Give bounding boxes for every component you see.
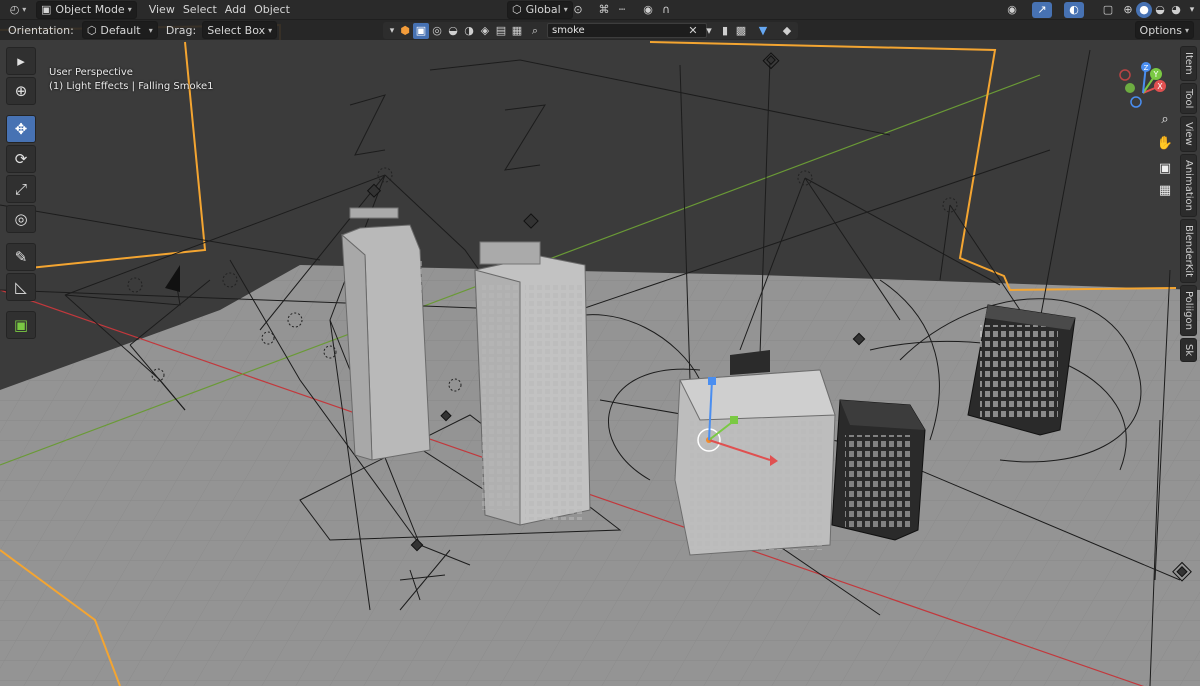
visibility-icon[interactable]: ◉ [1004,2,1020,18]
view-perspective-label: User Perspective [49,67,133,78]
annotate-icon[interactable]: ✎ [6,243,36,271]
tab-view[interactable]: View [1180,116,1197,152]
search-options-icon[interactable]: ▾ [701,23,717,39]
transform-orientation-dropdown[interactable]: ⬡ Global ▾ [507,0,573,19]
drag-label: Drag: [165,23,197,37]
search-input[interactable] [547,23,707,38]
clear-search-icon[interactable]: ✕ [685,23,701,39]
orientation-label: Orientation: [8,23,74,37]
filter-light-icon[interactable]: ◒ [445,23,461,39]
drag-dropdown[interactable]: Select Box ▾ [202,21,278,39]
building-tall-left [341,207,431,461]
options-dropdown[interactable]: Options ▾ [1134,21,1194,39]
filter-empty-icon[interactable]: ◈ [477,23,493,39]
building-tall-center [474,241,591,526]
building-dark-far [967,304,1076,436]
filter-curve-icon[interactable]: ◎ [429,23,445,39]
filter-funnel-icon[interactable]: ▼ [755,23,771,39]
xray-icon[interactable]: ▢ [1100,2,1116,18]
filter-select-icon[interactable]: ▣ [413,22,429,39]
options-label: Options [1139,23,1182,37]
gizmo-icon[interactable]: ↗ [1032,1,1052,18]
shading-solid-icon[interactable]: ● [1136,1,1152,18]
filter-camera-icon[interactable]: ◑ [461,23,477,39]
shading-material-icon[interactable]: ◒ [1152,2,1168,18]
filter-other-icon[interactable]: ▤ [493,23,509,39]
overlay-icon[interactable]: ◐ [1064,1,1084,18]
transform-orientation-label: Global [525,3,561,16]
cursor-icon[interactable]: ⊕ [6,77,36,105]
menu-object[interactable]: Object [250,2,294,18]
tab-sk[interactable]: Sk [1180,337,1197,362]
transform-icon[interactable]: ◎ [6,205,36,233]
collection-icon[interactable]: ▩ [733,23,749,39]
viewport-info: User Perspective (1) Light Effects | Fal… [49,66,214,94]
snap-target-icon[interactable]: ┄ [614,2,630,18]
scene-canvas[interactable] [0,20,1200,686]
3d-viewport[interactable]: User Perspective (1) Light Effects | Fal… [0,20,1200,686]
measure-icon[interactable]: ◺ [6,273,36,301]
proportional-edit-icon[interactable]: ◉ [640,2,656,18]
menu-select[interactable]: Select [179,2,221,18]
shading-options-chevron-icon[interactable]: ▾ [1184,2,1200,18]
camera-view-icon[interactable]: ▣ [1154,157,1176,179]
tab-animation[interactable]: Animation [1180,153,1197,217]
tab-tool[interactable]: Tool [1180,82,1197,115]
tab-blenderkit[interactable]: BlenderKit [1180,218,1197,283]
pan-icon[interactable]: ✋ [1154,132,1176,154]
rotate-icon[interactable]: ⟳ [6,145,36,173]
shading-wireframe-icon[interactable]: ⊕ [1120,2,1136,18]
active-object-label: (1) Light Effects | Falling Smoke1 [49,81,214,92]
editor-type-icon[interactable]: ◴ ▾ [6,2,30,18]
tool-shelf: ▸ ⊕ ✥ ⟳ ⤢ ◎ ✎ ◺ ▣ [6,47,36,339]
pivot-point-icon[interactable]: ⊙ [570,2,586,18]
menu-add[interactable]: Add [221,2,250,18]
mode-dropdown[interactable]: ▣ Object Mode ▾ [36,0,137,19]
gizmo-z-label: Z [1144,64,1149,72]
scale-icon[interactable]: ⤢ [6,175,36,203]
viewport-header: ◴ ▾ ▣ Object Mode ▾ View Select Add Object… [0,0,1200,20]
drag-value: Select Box [207,23,266,37]
shield-icon[interactable]: ◆ [779,23,795,39]
tab-poliigon[interactable]: Poliigon [1180,284,1197,336]
move-icon[interactable]: ✥ [6,115,36,143]
search-icon: ⌕ [531,23,539,37]
building-low-center [674,350,836,556]
object-mode-icon: ▣ [41,3,52,16]
orientation-dropdown[interactable]: ⬡ Default ▾ [81,21,158,39]
camera-cone [165,265,180,292]
shading-rendered-icon[interactable]: ◕ [1168,2,1184,18]
bookmark-icon[interactable]: ▮ [717,23,733,39]
orientation-icon: ⬡ [86,23,97,37]
object-filter-bar: ▾ ⬢ ▣ ◎ ◒ ◑ ◈ ▤ ▦ ⌕ ✕ ▾ ▮ ▩ ▼ ◆ [383,22,798,39]
sidebar-tabs: Item Tool View Animation BlenderKit Poli… [1180,46,1197,362]
gizmo-neg-z[interactable] [1130,96,1142,108]
selection-outline-right [649,41,1177,292]
gizmo-x-label: X [1157,82,1163,91]
add-cube-icon[interactable]: ▣ [6,311,36,339]
zoom-icon[interactable]: ⌕ [1154,108,1176,130]
gizmo-y-label: Y [1153,70,1159,79]
orientation-value: Default [100,23,141,37]
filter-chevron-icon[interactable]: ▾ [387,23,397,39]
filter-mesh-icon[interactable]: ⬢ [397,23,413,39]
building-dark-right [831,399,926,541]
perspective-toggle-icon[interactable]: ▦ [1154,179,1176,201]
filter-image-icon[interactable]: ▦ [509,23,525,39]
snap-icon[interactable]: ⌘ [596,2,612,18]
mode-label: Object Mode [55,3,125,16]
select-box-icon[interactable]: ▸ [6,47,36,75]
gizmo-neg-x[interactable] [1119,69,1131,81]
orientation-global-icon: ⬡ [512,3,522,16]
tab-item[interactable]: Item [1180,46,1197,81]
gizmo-neg-y[interactable] [1125,83,1135,93]
menu-view[interactable]: View [145,2,179,18]
falloff-icon[interactable]: ∩ [658,2,674,18]
